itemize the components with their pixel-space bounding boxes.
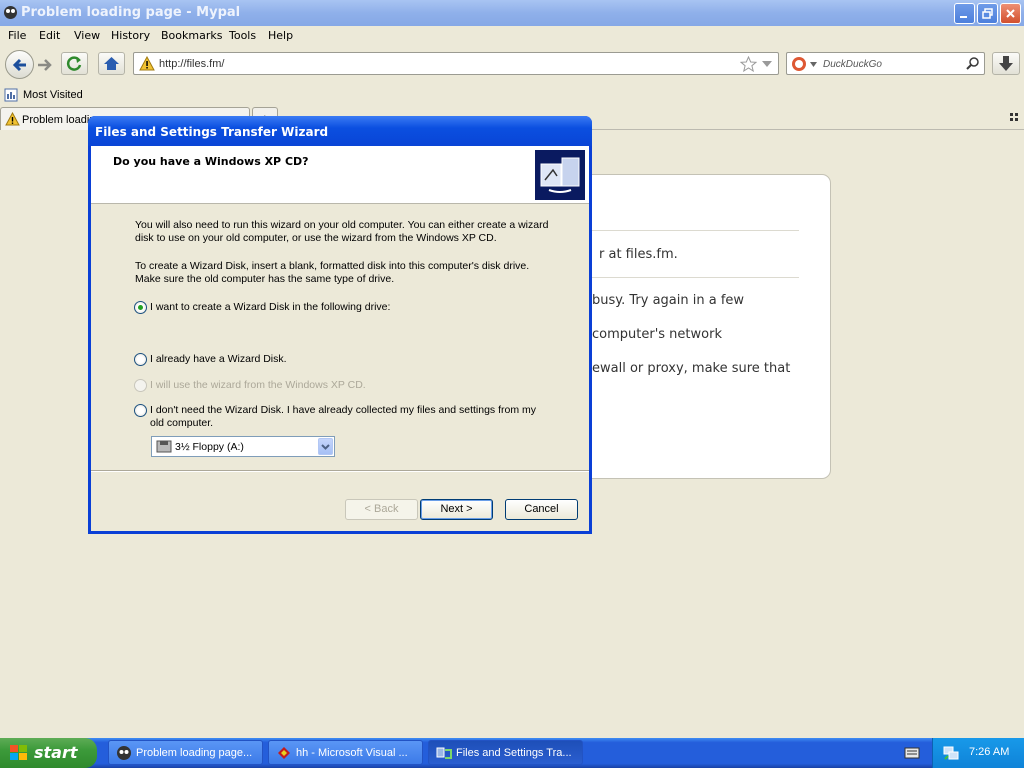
search-placeholder: DuckDuckGo: [823, 59, 882, 70]
radio-no-wizard-disk[interactable]: [134, 404, 147, 417]
radio-already-have-disk-label[interactable]: I already have a Wizard Disk.: [150, 353, 550, 366]
url-dropdown-icon[interactable]: [762, 61, 772, 67]
transfer-wizard-task-icon: [436, 747, 452, 759]
radio-create-wizard-disk-label[interactable]: I want to create a Wizard Disk in the fo…: [150, 301, 550, 314]
floppy-drive-icon: [156, 440, 172, 453]
search-bar[interactable]: DuckDuckGo: [786, 52, 985, 75]
chevron-down-icon: [321, 444, 330, 450]
radio-use-xp-cd: [134, 379, 147, 392]
address-bar[interactable]: http://files.fm/: [133, 52, 779, 75]
system-tray: 7:26 AM: [932, 738, 1024, 768]
radio-use-xp-cd-label: I will use the wizard from the Windows X…: [150, 379, 366, 391]
radio-create-wizard-disk[interactable]: [134, 301, 147, 314]
dialog-separator: [91, 470, 589, 472]
restore-button[interactable]: [977, 3, 998, 24]
restore-icon: [982, 8, 993, 19]
cancel-button[interactable]: Cancel: [505, 499, 578, 520]
next-button[interactable]: Next >: [420, 499, 493, 520]
dialog-title: Files and Settings Transfer Wizard: [95, 125, 329, 139]
menu-bookmarks[interactable]: Bookmarks: [161, 29, 222, 42]
mypal-app-icon: [4, 6, 17, 19]
reload-button[interactable]: [61, 52, 88, 75]
window-title: Problem loading page - Mypal: [21, 5, 241, 20]
taskbar-item-mypal[interactable]: Problem loading page...: [108, 740, 263, 765]
downloads-button[interactable]: [992, 52, 1020, 75]
navigation-toolbar: http://files.fm/ DuckDuckGo: [0, 47, 1024, 83]
menu-help[interactable]: Help: [268, 29, 293, 42]
start-label: start: [34, 743, 78, 762]
duckduckgo-icon: [792, 57, 806, 71]
menu-file[interactable]: File: [8, 29, 26, 42]
most-visited-icon: [4, 88, 18, 102]
error-line-proxy: ewall or proxy, make sure that: [592, 361, 791, 376]
close-button[interactable]: [1000, 3, 1021, 24]
error-line-network: computer's network: [592, 327, 722, 342]
menu-bar: File Edit View History Bookmarks Tools H…: [0, 26, 1024, 46]
home-icon: [104, 57, 119, 70]
tab-warning-icon: [5, 112, 20, 126]
taskbar-item-label: Problem loading page...: [136, 747, 253, 759]
bookmark-star-icon[interactable]: [740, 56, 757, 72]
error-line-busy: busy. Try again in a few: [592, 293, 745, 308]
browser-titlebar: Problem loading page - Mypal: [0, 0, 1024, 26]
windows-logo-icon: [10, 745, 27, 760]
mypal-task-icon: [117, 746, 131, 760]
minimize-button[interactable]: [954, 3, 975, 24]
radio-no-wizard-disk-label[interactable]: I don't need the Wizard Disk. I have alr…: [150, 404, 550, 430]
drive-select-arrow[interactable]: [318, 438, 333, 455]
dialog-titlebar[interactable]: Files and Settings Transfer Wizard: [88, 116, 592, 146]
drive-select-value: 3½ Floppy (A:): [175, 441, 244, 453]
forward-arrow-icon: [38, 59, 52, 71]
dialog-header: Do you have a Windows XP CD?: [91, 146, 589, 204]
transfer-wizard-dialog: Files and Settings Transfer Wizard Do yo…: [88, 116, 592, 534]
taskbar-item-label: hh - Microsoft Visual ...: [296, 747, 408, 759]
drive-select[interactable]: 3½ Floppy (A:): [151, 436, 335, 457]
most-visited-link[interactable]: Most Visited: [23, 89, 83, 101]
menu-history[interactable]: History: [111, 29, 150, 42]
home-button[interactable]: [98, 52, 125, 75]
taskbar-item-label: Files and Settings Tra...: [456, 747, 572, 759]
back-wizard-button: < Back: [345, 499, 418, 520]
taskbar: start Problem loading page... hh - Micro…: [0, 738, 1024, 768]
menu-edit[interactable]: Edit: [39, 29, 60, 42]
back-button[interactable]: [5, 50, 34, 79]
taskbar-item-wizard[interactable]: Files and Settings Tra...: [428, 740, 583, 765]
warning-icon: [139, 56, 155, 71]
wizard-intro-text: You will also need to run this wizard on…: [135, 219, 549, 244]
back-arrow-icon: [12, 58, 26, 72]
keyboard-icon[interactable]: [904, 746, 920, 760]
error-title-fragment: r at files.fm.: [599, 247, 678, 262]
menu-tools[interactable]: Tools: [229, 29, 256, 42]
network-tray-icon[interactable]: [942, 745, 960, 761]
engine-dropdown-icon[interactable]: [810, 62, 817, 67]
taskbar-item-visual[interactable]: hh - Microsoft Visual ...: [268, 740, 423, 765]
close-icon: [1006, 9, 1015, 18]
transfer-wizard-icon: [535, 150, 585, 200]
wizard-disk-instructions: To create a Wizard Disk, insert a blank,…: [135, 260, 530, 285]
dialog-body: Do you have a Windows XP CD? You will al…: [91, 146, 589, 531]
download-icon: [999, 56, 1013, 71]
clock: 7:26 AM: [969, 746, 1010, 758]
forward-button[interactable]: [36, 57, 54, 76]
start-button[interactable]: start: [0, 738, 97, 768]
bookmarks-toolbar: Most Visited: [0, 84, 1024, 106]
dialog-heading: Do you have a Windows XP CD?: [113, 155, 309, 168]
minimize-icon: [960, 16, 967, 18]
visual-studio-task-icon: [278, 747, 290, 759]
radio-already-have-disk[interactable]: [134, 353, 147, 366]
menu-view[interactable]: View: [74, 29, 100, 42]
url-text: http://files.fm/: [159, 58, 225, 70]
tab-groups-icon[interactable]: [1010, 113, 1019, 122]
reload-icon: [66, 56, 82, 71]
search-icon[interactable]: [965, 56, 980, 71]
